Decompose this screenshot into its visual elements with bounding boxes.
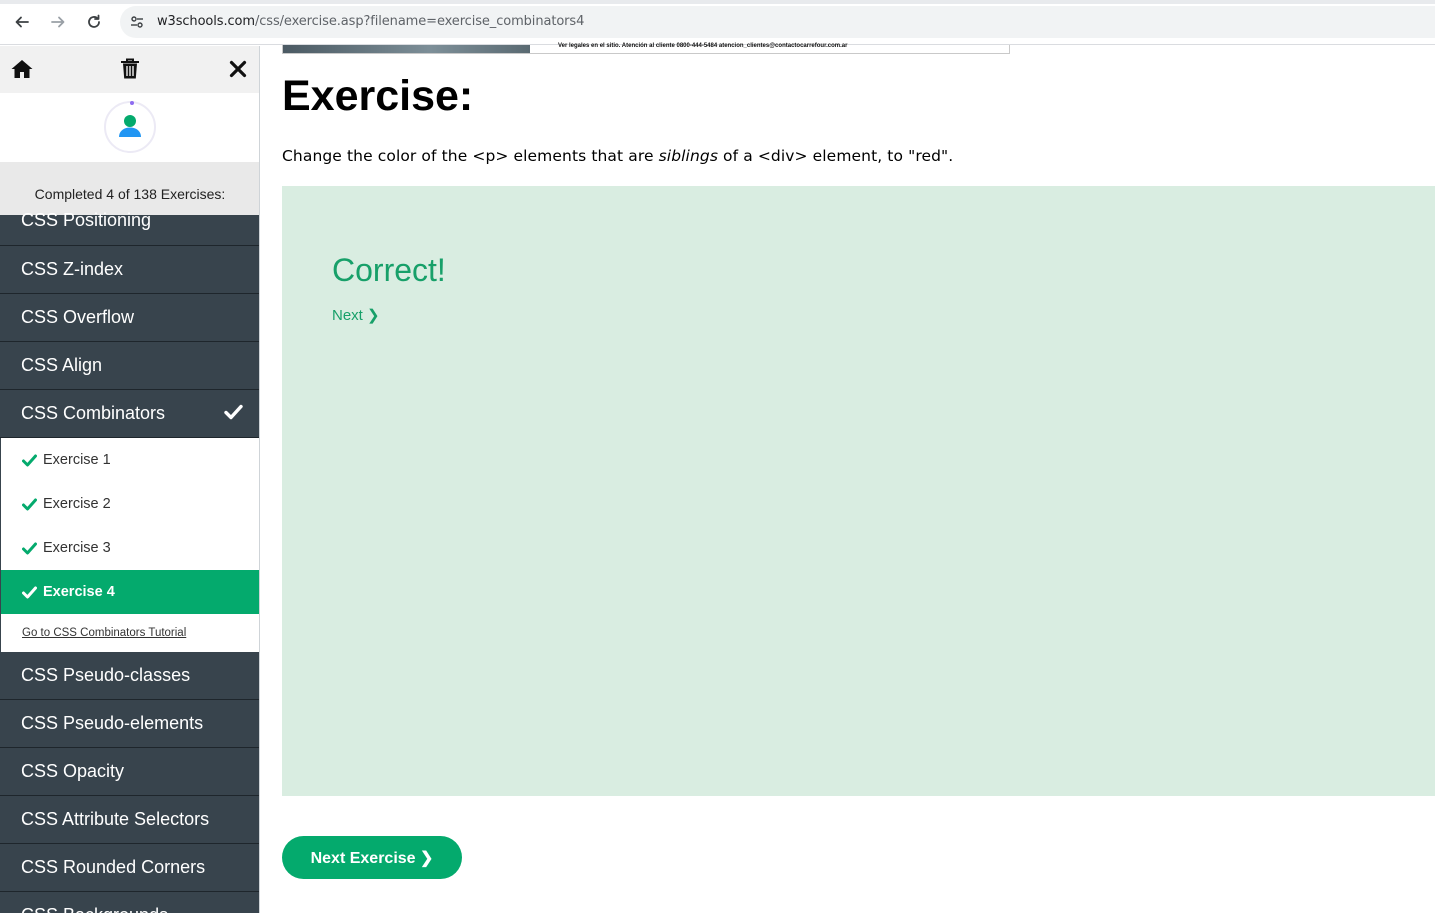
sidebar-item-css-overflow[interactable]: CSS Overflow — [0, 294, 259, 342]
sidebar-item-css-attribute-selectors[interactable]: CSS Attribute Selectors — [0, 796, 259, 844]
exercise-progress-text: Completed 4 of 138 Exercises: — [0, 162, 259, 215]
url-host: w3schools.com — [157, 14, 255, 29]
site-settings-icon[interactable] — [128, 13, 146, 31]
sidebar-item-css-rounded-corners[interactable]: CSS Rounded Corners — [0, 844, 259, 892]
ad-banner-text: Ver legales en el sitio. Atención al cli… — [558, 43, 848, 49]
instruction-text-start: Change the color of the <p> elements tha… — [282, 147, 659, 165]
exercise-link-4[interactable]: Exercise 4 — [0, 570, 259, 614]
exercise-link-label: Exercise 4 — [43, 584, 115, 600]
sidebar-item-css-combinators[interactable]: CSS Combinators — [0, 390, 259, 438]
address-bar[interactable]: w3schools.com/css/exercise.asp?filename=… — [120, 6, 1435, 38]
sidebar-item-css-align[interactable]: CSS Align — [0, 342, 259, 390]
page-title: Exercise: — [282, 72, 474, 120]
sidebar-toolbar — [0, 46, 259, 93]
check-icon — [22, 454, 37, 467]
reset-progress-button[interactable] — [117, 56, 143, 82]
forward-button[interactable] — [44, 8, 72, 36]
next-exercise-button[interactable]: Next Exercise ❯ — [282, 836, 462, 879]
tutorial-link[interactable]: Go to CSS Combinators Tutorial — [0, 614, 259, 652]
sidebar-item-css-backgrounds[interactable]: CSS Backgrounds — [0, 892, 259, 913]
progress-ring-marker — [130, 101, 134, 105]
instruction-emphasis: siblings — [658, 147, 718, 165]
reload-icon — [88, 14, 100, 28]
ad-banner-image — [283, 45, 530, 53]
close-sidebar-button[interactable] — [225, 56, 251, 82]
tab-strip-edge — [0, 0, 1435, 4]
next-link[interactable]: Next ❯ — [332, 306, 380, 324]
trash-icon — [121, 58, 139, 79]
sidebar-item-css-positioning[interactable]: CSS Positioning — [0, 210, 259, 246]
instruction-text-end: of a <div> element, to "red". — [718, 147, 954, 165]
url-text: w3schools.com/css/exercise.asp?filename=… — [157, 14, 584, 29]
close-icon — [229, 60, 247, 78]
exercise-link-label: Exercise 1 — [43, 452, 111, 468]
sidebar-item-css-z-index[interactable]: CSS Z-index — [0, 246, 259, 294]
exercise-link-3[interactable]: Exercise 3 — [0, 526, 259, 570]
home-icon — [11, 60, 33, 78]
sidebar-item-css-pseudo-classes[interactable]: CSS Pseudo-classes — [0, 652, 259, 700]
sidebar-item-label: CSS Overflow — [21, 307, 135, 327]
home-button[interactable] — [9, 56, 35, 82]
back-button[interactable] — [8, 8, 36, 36]
exercise-instruction: Change the color of the <p> elements tha… — [282, 147, 953, 165]
exercise-link-label: Exercise 2 — [43, 496, 111, 512]
sidebar-item-label: CSS Attribute Selectors — [21, 809, 210, 829]
browser-toolbar: w3schools.com/css/exercise.asp?filename=… — [0, 0, 1435, 45]
sidebar-item-label: CSS Z-index — [21, 259, 124, 279]
sidebar-item-css-opacity[interactable]: CSS Opacity — [0, 748, 259, 796]
user-icon — [119, 115, 141, 137]
exercise-link-2[interactable]: Exercise 2 — [0, 482, 259, 526]
url-path: /css/exercise.asp?filename=exercise_comb… — [254, 14, 585, 29]
check-icon — [22, 586, 37, 599]
sidebar-item-label: CSS Positioning — [21, 210, 152, 230]
sidebar-item-label: CSS Opacity — [21, 761, 125, 781]
sidebar-item-label: CSS Backgrounds — [21, 905, 168, 913]
completed-check-icon — [224, 404, 243, 425]
back-arrow-icon — [15, 16, 29, 28]
sidebar-item-label: CSS Combinators — [21, 403, 166, 423]
exercise-link-label: Exercise 3 — [43, 540, 111, 556]
sidebar-item-css-pseudo-elements[interactable]: CSS Pseudo-elements — [0, 700, 259, 748]
reload-button[interactable] — [80, 8, 108, 36]
check-icon — [22, 498, 37, 511]
sidebar-item-label: CSS Rounded Corners — [21, 857, 206, 877]
result-title: Correct! — [332, 252, 446, 288]
forward-arrow-icon — [51, 16, 65, 28]
sidebar-item-label: CSS Pseudo-elements — [21, 713, 204, 733]
sidebar-item-label: CSS Pseudo-classes — [21, 665, 191, 685]
result-panel: Correct! Next ❯ — [282, 186, 1435, 796]
avatar[interactable] — [104, 101, 156, 153]
sidebar-item-label: CSS Align — [21, 355, 103, 375]
exercise-sublist: Exercise 1 Exercise 2 Exercise 3 Exercis… — [0, 438, 259, 652]
check-icon — [22, 542, 37, 555]
ad-banner[interactable]: Ver legales en el sitio. Atención al cli… — [282, 43, 1010, 54]
exercise-link-1[interactable]: Exercise 1 — [0, 438, 259, 482]
exercise-sidebar: Completed 4 of 138 Exercises: CSS Positi… — [0, 46, 260, 913]
topic-list: CSS Positioning CSS Z-index CSS Overflow… — [0, 210, 259, 913]
